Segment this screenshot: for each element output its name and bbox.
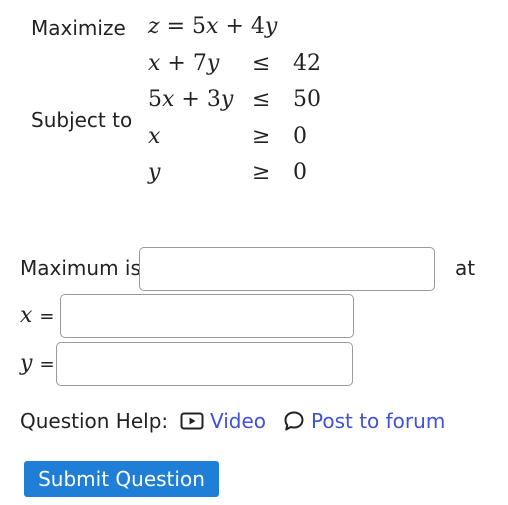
speech-bubble-icon	[284, 411, 304, 431]
video-link-label[interactable]: Video	[210, 409, 266, 433]
maximum-input[interactable]	[139, 247, 435, 291]
question-help-label: Question Help:	[20, 409, 169, 433]
constraint-1-coef-y: 7	[192, 51, 207, 76]
y-value-input[interactable]	[56, 342, 353, 386]
constraint-1-lhs: x + 7y	[148, 51, 219, 77]
x-value-input[interactable]	[60, 294, 354, 338]
constraint-3-lhs: x	[148, 124, 160, 150]
objective-coef-x: 5	[192, 14, 207, 39]
constraint-2-var-y: y	[220, 87, 234, 112]
post-to-forum-link[interactable]: Post to forum	[283, 409, 445, 433]
video-link[interactable]: Video	[180, 409, 266, 433]
constraint-1-var-y: y	[206, 51, 220, 76]
constraint-4-lhs: y	[148, 160, 160, 186]
constraint-3-rhs: 0	[293, 124, 307, 149]
post-to-forum-label[interactable]: Post to forum	[311, 409, 445, 433]
constraint-2-lhs: 5x + 3y	[148, 87, 233, 113]
constraint-2-plus: +	[181, 87, 200, 112]
constraint-2-coef-y: 3	[206, 87, 221, 112]
y-answer-label: y =	[20, 351, 55, 377]
constraint-1-plus: +	[167, 51, 186, 76]
constraint-2-relation: ≤	[252, 87, 271, 112]
constraint-2-coef-x: 5	[148, 87, 162, 112]
at-label: at	[455, 256, 476, 280]
objective-var-x: x	[206, 14, 219, 39]
objective-var-y: y	[264, 14, 278, 39]
constraint-3-var-x: x	[148, 124, 161, 149]
constraint-2-rhs: 50	[293, 87, 321, 112]
objective-plus: +	[225, 14, 244, 39]
objective-lhs: z	[148, 14, 160, 39]
submit-question-button[interactable]: Submit Question	[24, 461, 219, 497]
x-answer-var: x	[20, 303, 33, 328]
constraint-2-var-x: x	[162, 87, 175, 112]
constraint-1-rhs: 42	[293, 51, 321, 76]
x-answer-eq: =	[39, 306, 55, 327]
maximum-label: Maximum is	[20, 256, 141, 280]
constraint-1-var-x: x	[148, 51, 161, 76]
constraint-4-relation: ≥	[252, 160, 271, 185]
y-answer-eq: =	[39, 354, 55, 375]
video-icon	[180, 412, 204, 430]
subject-to-label: Subject to	[31, 108, 133, 132]
constraint-3-relation: ≥	[252, 124, 271, 149]
maximize-label: Maximize	[31, 16, 126, 40]
constraint-4-var-y: y	[148, 160, 161, 185]
objective-coef-y: 4	[250, 14, 265, 39]
constraint-1-relation: ≤	[252, 51, 271, 76]
constraint-4-rhs: 0	[293, 160, 307, 185]
objective-eq: =	[166, 14, 186, 39]
y-answer-var: y	[20, 351, 33, 376]
x-answer-label: x =	[20, 303, 55, 329]
objective-function: z = 5x + 4y	[148, 14, 277, 40]
